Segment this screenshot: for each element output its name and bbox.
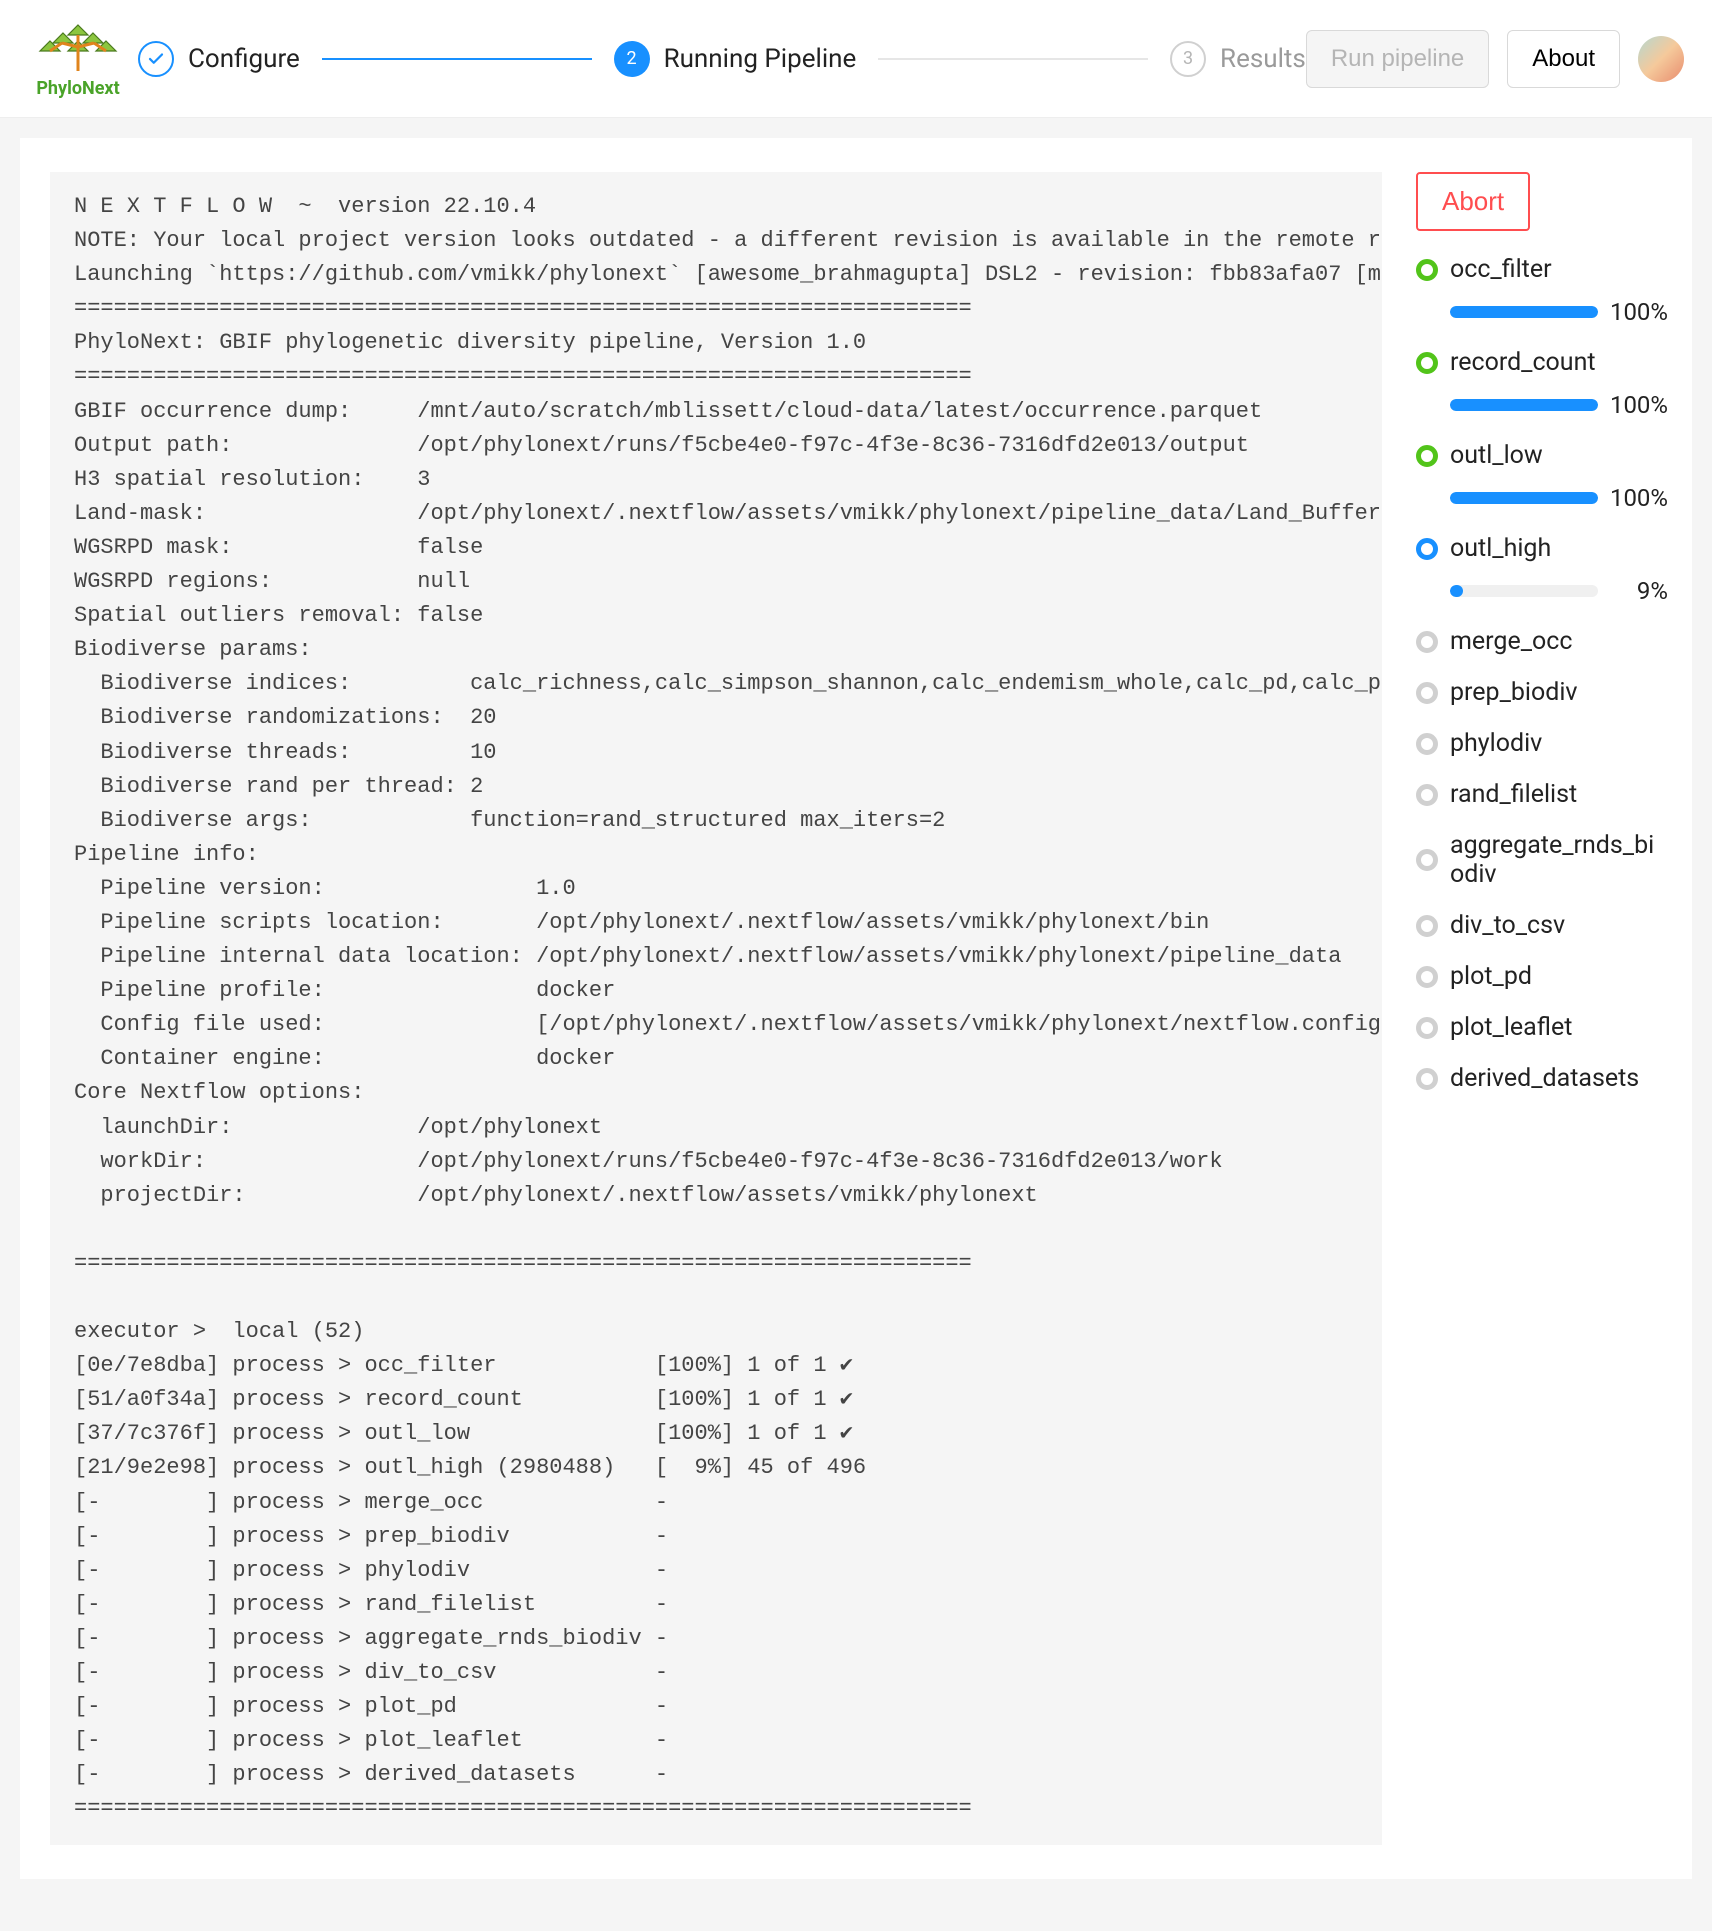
status-pending-icon xyxy=(1416,1017,1438,1039)
status-pending-icon xyxy=(1416,915,1438,937)
status-pending-icon xyxy=(1416,631,1438,653)
stage-item: plot_pd xyxy=(1416,962,1668,991)
stage-name: outl_low xyxy=(1450,441,1543,470)
stage-item: prep_biodiv xyxy=(1416,678,1668,707)
check-icon xyxy=(138,41,174,77)
abort-button[interactable]: Abort xyxy=(1416,172,1530,231)
progress-bar xyxy=(1450,306,1598,318)
stage-item: record_count 100% xyxy=(1416,348,1668,419)
progress-percent: 100% xyxy=(1610,298,1668,326)
status-pending-icon xyxy=(1416,784,1438,806)
nextflow-console-output: N E X T F L O W ~ version 22.10.4 NOTE: … xyxy=(50,172,1382,1845)
stage-name: record_count xyxy=(1450,348,1596,377)
stage-item: plot_leaflet xyxy=(1416,1013,1668,1042)
logo-text: PhyloNext xyxy=(36,78,119,99)
progress-bar xyxy=(1450,399,1598,411)
status-pending-icon xyxy=(1416,733,1438,755)
status-done-icon xyxy=(1416,445,1438,467)
stage-item: rand_filelist xyxy=(1416,780,1668,809)
stage-progress: 100% xyxy=(1450,391,1668,419)
progress-percent: 100% xyxy=(1610,484,1668,512)
progress-bar-fill xyxy=(1450,492,1598,504)
stage-name: prep_biodiv xyxy=(1450,678,1578,707)
step-number-icon: 2 xyxy=(614,41,650,77)
stage-name: outl_high xyxy=(1450,534,1551,563)
progress-bar xyxy=(1450,585,1598,597)
stage-item: outl_high 9% xyxy=(1416,534,1668,605)
user-avatar[interactable] xyxy=(1638,36,1684,82)
header-actions: Run pipeline About xyxy=(1306,30,1684,88)
stage-row: occ_filter xyxy=(1416,255,1668,284)
step-number-icon: 3 xyxy=(1170,41,1206,77)
status-pending-icon xyxy=(1416,966,1438,988)
status-pending-icon xyxy=(1416,682,1438,704)
progress-bar-fill xyxy=(1450,399,1598,411)
stage-row: prep_biodiv xyxy=(1416,678,1668,707)
progress-percent: 9% xyxy=(1610,577,1668,605)
stage-name: div_to_csv xyxy=(1450,911,1565,940)
run-pipeline-button: Run pipeline xyxy=(1306,30,1489,88)
progress-percent: 100% xyxy=(1610,391,1668,419)
step-label: Running Pipeline xyxy=(664,44,857,74)
stage-row: record_count xyxy=(1416,348,1668,377)
pipeline-stages-panel: Abort occ_filter100%record_count100%outl… xyxy=(1416,172,1676,1845)
stage-name: merge_occ xyxy=(1450,627,1572,656)
stage-row: merge_occ xyxy=(1416,627,1668,656)
stage-item: derived_datasets xyxy=(1416,1064,1668,1093)
stage-row: plot_leaflet xyxy=(1416,1013,1668,1042)
step-label: Results xyxy=(1220,44,1306,74)
status-running-icon xyxy=(1416,538,1438,560)
stage-row: plot_pd xyxy=(1416,962,1668,991)
stage-item: outl_low 100% xyxy=(1416,441,1668,512)
stage-name: derived_datasets xyxy=(1450,1064,1639,1093)
step-running[interactable]: 2 Running Pipeline xyxy=(614,41,857,77)
stage-name: rand_filelist xyxy=(1450,780,1577,809)
step-results: 3 Results xyxy=(1170,41,1306,77)
stage-row: rand_filelist xyxy=(1416,780,1668,809)
stage-name: plot_leaflet xyxy=(1450,1013,1572,1042)
stage-row: outl_low xyxy=(1416,441,1668,470)
status-done-icon xyxy=(1416,259,1438,281)
step-connector xyxy=(322,58,592,60)
about-button[interactable]: About xyxy=(1507,30,1620,88)
stage-name: aggregate_rnds_biodiv xyxy=(1450,831,1668,889)
status-pending-icon xyxy=(1416,849,1438,871)
stage-row: derived_datasets xyxy=(1416,1064,1668,1093)
phylonext-tree-icon xyxy=(28,18,128,80)
stage-progress: 100% xyxy=(1450,298,1668,326)
stage-item: div_to_csv xyxy=(1416,911,1668,940)
step-configure[interactable]: Configure xyxy=(138,41,300,77)
stage-item: aggregate_rnds_biodiv xyxy=(1416,831,1668,889)
step-label: Configure xyxy=(188,44,300,74)
progress-bar-fill xyxy=(1450,585,1463,597)
status-pending-icon xyxy=(1416,1068,1438,1090)
stage-item: merge_occ xyxy=(1416,627,1668,656)
stage-row: div_to_csv xyxy=(1416,911,1668,940)
stage-row: aggregate_rnds_biodiv xyxy=(1416,831,1668,889)
step-connector xyxy=(878,58,1148,60)
stage-progress: 100% xyxy=(1450,484,1668,512)
progress-bar xyxy=(1450,492,1598,504)
stage-item: phylodiv xyxy=(1416,729,1668,758)
stage-name: plot_pd xyxy=(1450,962,1532,991)
pipeline-stepper: Configure 2 Running Pipeline 3 Results xyxy=(138,41,1306,77)
progress-bar-fill xyxy=(1450,306,1598,318)
main-content: N E X T F L O W ~ version 22.10.4 NOTE: … xyxy=(20,138,1692,1879)
app-logo: PhyloNext xyxy=(28,18,128,99)
stage-row: phylodiv xyxy=(1416,729,1668,758)
stage-name: occ_filter xyxy=(1450,255,1552,284)
stage-row: outl_high xyxy=(1416,534,1668,563)
stage-progress: 9% xyxy=(1450,577,1668,605)
stage-name: phylodiv xyxy=(1450,729,1542,758)
stage-item: occ_filter 100% xyxy=(1416,255,1668,326)
app-header: PhyloNext Configure 2 Running Pipeline 3… xyxy=(0,0,1712,118)
status-done-icon xyxy=(1416,352,1438,374)
